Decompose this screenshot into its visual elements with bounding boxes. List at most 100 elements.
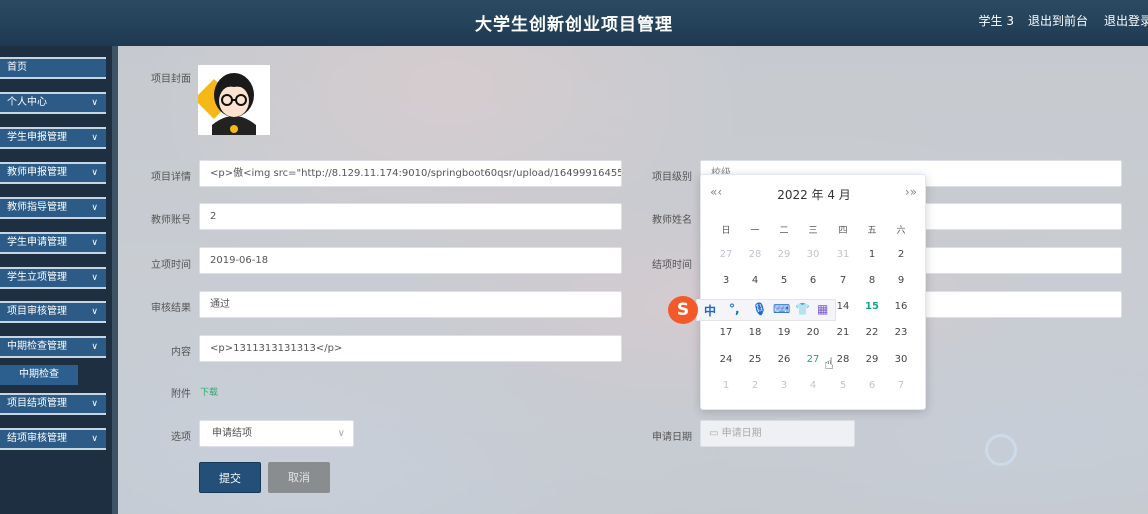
sidebar-item[interactable]: 学生立项管理 ∨: [0, 267, 106, 289]
calendar-day[interactable]: 5: [772, 275, 796, 286]
calendar-day[interactable]: 27: [801, 354, 825, 365]
sidebar-item-label: 学生申报管理: [7, 132, 67, 143]
apply-date-label: 申请日期: [652, 432, 692, 443]
calendar-day[interactable]: 19: [772, 327, 796, 338]
apply-date-input[interactable]: ▭ 申请日期: [700, 420, 855, 447]
sidebar-subitem-midterm-check[interactable]: 中期检查: [0, 365, 78, 385]
review-result-label: 审核结果: [151, 303, 191, 314]
calendar-day[interactable]: 15: [860, 301, 884, 312]
next-month-year-button[interactable]: ›»: [905, 185, 917, 199]
ime-punctuation[interactable]: °,: [729, 302, 740, 316]
ime-mode[interactable]: 中: [704, 302, 716, 319]
setup-time-label: 立项时间: [151, 260, 191, 271]
logout-link[interactable]: 退出登录: [1104, 12, 1148, 29]
calendar-day[interactable]: 17: [714, 327, 738, 338]
sidebar-item-label: 教师指导管理: [7, 202, 67, 213]
sidebar-item[interactable]: 结项审核管理 ∨: [0, 428, 106, 450]
calendar-day[interactable]: 29: [860, 354, 884, 365]
calendar-day[interactable]: 30: [889, 354, 913, 365]
calendar-day[interactable]: 1: [860, 249, 884, 260]
teacher-account-input[interactable]: 2: [199, 203, 622, 230]
weekday-header: 五: [867, 226, 877, 236]
calendar-day[interactable]: 30: [801, 249, 825, 260]
calendar-day[interactable]: 3: [772, 380, 796, 391]
sidebar-item[interactable]: 学生申报管理 ∨: [0, 127, 106, 149]
calendar-day[interactable]: 23: [889, 327, 913, 338]
sidebar-item[interactable]: 教师指导管理 ∨: [0, 197, 106, 219]
chevron-down-icon: ∨: [91, 98, 98, 108]
calendar-day[interactable]: 6: [801, 275, 825, 286]
sidebar-item-label: 项目结项管理: [7, 398, 67, 409]
calendar-day[interactable]: 3: [714, 275, 738, 286]
chevron-down-icon: ∨: [91, 168, 98, 178]
setup-time-input[interactable]: 2019-06-18: [199, 247, 622, 274]
sidebar-item-label: 学生申请管理: [7, 237, 67, 248]
sidebar-item[interactable]: 首页: [0, 57, 106, 79]
calendar-day[interactable]: 9: [889, 275, 913, 286]
attachment-label: 附件: [171, 389, 191, 400]
calendar-day[interactable]: 5: [831, 380, 855, 391]
calendar-day[interactable]: 7: [831, 275, 855, 286]
chevron-down-icon: ∨: [91, 307, 98, 317]
calendar-day[interactable]: 2: [743, 380, 767, 391]
option-select[interactable]: 申请结项 ∨: [199, 420, 354, 447]
date-picker-header: 2022 年 4 月: [777, 188, 851, 202]
calendar-day[interactable]: 25: [743, 354, 767, 365]
review-result-input[interactable]: 通过: [199, 291, 622, 318]
calendar-day[interactable]: 26: [772, 354, 796, 365]
project-cover-image: [194, 65, 270, 135]
calendar-day[interactable]: 22: [860, 327, 884, 338]
submit-button[interactable]: 提交: [199, 462, 261, 493]
weekday-header: 六: [896, 226, 906, 236]
chevron-down-icon: ∨: [91, 273, 98, 283]
level-label: 项目级别: [652, 172, 692, 183]
top-bar: 大学生创新创业项目管理 学生 3 退出到前台 退出登录: [0, 0, 1148, 46]
teacher-name-label: 教师姓名: [652, 215, 692, 226]
sidebar-item[interactable]: 项目审核管理 ∨: [0, 301, 106, 323]
calendar-day[interactable]: 20: [801, 327, 825, 338]
calendar-day[interactable]: 21: [831, 327, 855, 338]
calendar-day[interactable]: 6: [860, 380, 884, 391]
calendar-day[interactable]: 31: [831, 249, 855, 260]
sidebar-item-label: 结项审核管理: [7, 433, 67, 444]
front-link[interactable]: 退出到前台: [1028, 12, 1088, 29]
skin-shirt-icon[interactable]: 👕: [795, 302, 810, 316]
chevron-down-icon: ∨: [91, 203, 98, 213]
calendar-day[interactable]: 7: [889, 380, 913, 391]
calendar-day[interactable]: 28: [743, 249, 767, 260]
chevron-down-icon: ∨: [91, 399, 98, 409]
sidebar-item[interactable]: 项目结项管理 ∨: [0, 393, 106, 415]
content-input[interactable]: <p>1311313131313</p>: [199, 335, 622, 362]
detail-input[interactable]: <p>傲<img src="http://8.129.11.174:9010/s…: [199, 160, 622, 187]
sidebar-item[interactable]: 教师申报管理 ∨: [0, 162, 106, 184]
chevron-down-icon: ∨: [91, 238, 98, 248]
chevron-down-icon: ∨: [91, 434, 98, 444]
calendar-day[interactable]: 27: [714, 249, 738, 260]
sidebar-item[interactable]: 学生申请管理 ∨: [0, 232, 106, 254]
calendar-day[interactable]: 29: [772, 249, 796, 260]
end-time-label: 结项时间: [652, 260, 692, 271]
calendar-day[interactable]: 28: [831, 354, 855, 365]
sidebar-item[interactable]: 个人中心 ∨: [0, 92, 106, 114]
cancel-button[interactable]: 取消: [268, 462, 330, 493]
toolbox-grid-icon[interactable]: ▦: [817, 302, 828, 316]
teacher-account-label: 教师账号: [151, 215, 191, 226]
hand-cursor-icon: ☝: [824, 354, 834, 373]
calendar-day[interactable]: 4: [743, 275, 767, 286]
download-link[interactable]: 下载: [200, 385, 218, 398]
keyboard-icon[interactable]: ⌨: [773, 302, 790, 316]
calendar-day[interactable]: 16: [889, 301, 913, 312]
calendar-day[interactable]: 24: [714, 354, 738, 365]
content-label: 内容: [171, 347, 191, 358]
ime-toolbar: 中 °, 🎙 ⌨ 👕 ▦ S: [668, 296, 838, 324]
sidebar-item-label: 中期检查管理: [7, 341, 67, 352]
weekday-header: 日: [721, 226, 731, 236]
calendar-day[interactable]: 2: [889, 249, 913, 260]
calendar-day[interactable]: 4: [801, 380, 825, 391]
sogou-logo-icon[interactable]: S: [668, 296, 698, 324]
microphone-icon[interactable]: 🎙: [752, 302, 767, 316]
sidebar-item[interactable]: 中期检查管理 ∨: [0, 336, 106, 358]
calendar-day[interactable]: 1: [714, 380, 738, 391]
calendar-day[interactable]: 8: [860, 275, 884, 286]
calendar-day[interactable]: 18: [743, 327, 767, 338]
